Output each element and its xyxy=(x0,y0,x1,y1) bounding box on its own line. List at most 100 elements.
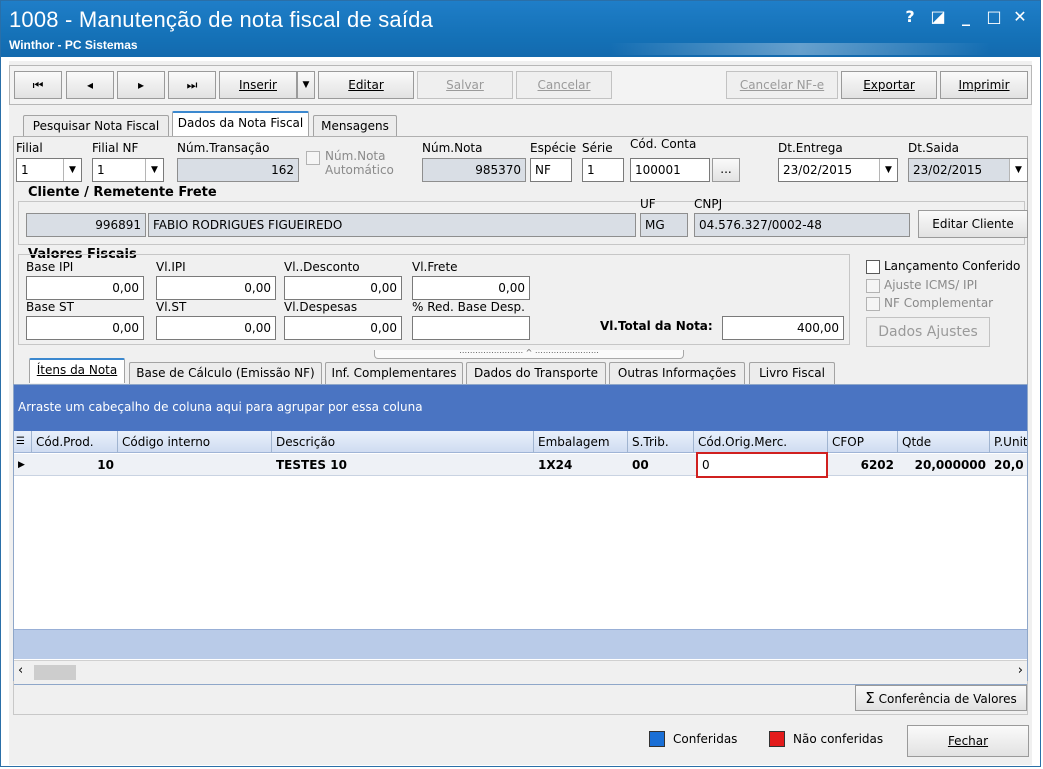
previous-record-button[interactable]: ◂ xyxy=(66,71,114,99)
cell-descricao[interactable]: TESTES 10 xyxy=(272,454,534,476)
help-icon[interactable]: ? xyxy=(899,7,921,26)
col-codigo-interno[interactable]: Código interno xyxy=(118,431,272,453)
vl-frete-field[interactable]: 0,00 xyxy=(412,276,530,300)
red-base-label: % Red. Base Desp. xyxy=(412,300,525,314)
conferencia-valores-button[interactable]: Σ Conferência de Valores xyxy=(855,685,1027,711)
tab-dados-transporte[interactable]: Dados do Transporte xyxy=(466,362,606,384)
edit-client-button[interactable]: Editar Cliente xyxy=(918,210,1028,238)
base-ipi-field[interactable]: 0,00 xyxy=(26,276,144,300)
base-st-field[interactable]: 0,00 xyxy=(26,316,144,340)
num-transacao-field[interactable]: 162 xyxy=(177,158,299,182)
dt-entrega-label: Dt.Entrega xyxy=(778,141,843,155)
ajuste-checkbox[interactable] xyxy=(866,279,880,293)
dt-saida-field[interactable]: 23/02/2015 ▼ xyxy=(908,158,1028,182)
uf-field[interactable]: MG xyxy=(640,213,688,237)
total-field[interactable]: 400,00 xyxy=(722,316,844,340)
especie-field[interactable]: NF xyxy=(530,158,572,182)
tab-search-invoice[interactable]: Pesquisar Nota Fiscal xyxy=(23,115,169,137)
print-button[interactable]: Imprimir xyxy=(940,71,1028,99)
dados-ajustes-button[interactable]: Dados Ajustes xyxy=(866,317,990,347)
vl-desconto-field[interactable]: 0,00 xyxy=(284,276,402,300)
chevron-down-icon[interactable]: ▼ xyxy=(879,159,897,181)
col-s-trib[interactable]: S.Trib. xyxy=(628,431,694,453)
cell-embalagem[interactable]: 1X24 xyxy=(534,454,628,476)
cod-conta-lookup-button[interactable]: ... xyxy=(712,158,740,182)
insert-button[interactable]: Inserir xyxy=(219,71,297,99)
serie-label: Série xyxy=(582,141,613,155)
chevron-down-icon[interactable]: ▼ xyxy=(145,159,163,181)
dt-saida-label: Dt.Saida xyxy=(908,141,960,155)
cell-qtde[interactable]: 20,000000 xyxy=(898,454,990,476)
dt-entrega-field[interactable]: 23/02/2015 ▼ xyxy=(778,158,898,182)
column-chooser-icon[interactable]: ☰ xyxy=(14,431,32,453)
cell-cod-orig-merc-editor[interactable]: 0 xyxy=(696,452,828,478)
tab-messages[interactable]: Mensagens xyxy=(313,115,397,137)
maximize-icon[interactable]: □ xyxy=(983,7,1005,26)
col-p-unitario[interactable]: P.Unitá xyxy=(990,431,1027,453)
col-cfop[interactable]: CFOP xyxy=(828,431,898,453)
nf-comp-checkbox[interactable] xyxy=(866,297,880,311)
client-group-title: Cliente / Remetente Frete xyxy=(28,185,217,200)
last-record-button[interactable]: ⏭ xyxy=(168,71,216,99)
grid-header: ☰ Cód.Prod. Código interno Descrição Emb… xyxy=(14,431,1027,453)
lancamento-checkbox[interactable] xyxy=(866,260,880,274)
cod-conta-field[interactable]: 100001 xyxy=(630,158,710,182)
scroll-left-icon[interactable]: ‹ xyxy=(18,663,23,678)
vl-ipi-field[interactable]: 0,00 xyxy=(156,276,276,300)
num-auto-checkbox[interactable] xyxy=(306,151,320,165)
client-name-field[interactable]: FABIO RODRIGUES FIGUEIREDO xyxy=(148,213,636,237)
chevron-down-icon[interactable]: ▼ xyxy=(1009,159,1027,181)
tab-itens-nota[interactable]: Ítens da Nota xyxy=(29,358,125,383)
insert-dropdown-icon[interactable]: ▼ xyxy=(297,71,315,99)
table-row[interactable]: ▶ 10 TESTES 10 1X24 00 0 6202 20,000000 … xyxy=(14,452,1027,478)
close-icon[interactable]: ✕ xyxy=(1009,7,1031,26)
export-button[interactable]: Exportar xyxy=(841,71,937,99)
tab-inf-complementares[interactable]: Inf. Complementares xyxy=(325,362,463,384)
save-button[interactable]: Salvar xyxy=(417,71,513,99)
num-nota-field[interactable]: 985370 xyxy=(422,158,526,182)
row-indicator-icon: ▶ xyxy=(18,460,25,470)
cancel-nfe-button[interactable]: Cancelar NF-e xyxy=(726,71,838,99)
vl-despesas-field[interactable]: 0,00 xyxy=(284,316,402,340)
first-record-button[interactable]: ⏮ xyxy=(14,71,62,99)
cell-cod-prod[interactable]: 10 xyxy=(32,454,118,476)
cell-codigo-interno[interactable] xyxy=(118,454,272,476)
chevron-down-icon[interactable]: ▼ xyxy=(63,159,81,181)
col-cod-orig-merc[interactable]: Cód.Orig.Merc. xyxy=(694,431,828,453)
tab-base-calculo[interactable]: Base de Cálculo (Emissão NF) xyxy=(129,362,322,384)
cell-s-trib[interactable]: 00 xyxy=(628,454,694,476)
client-code-field[interactable]: 996891 xyxy=(26,213,146,237)
filial-select[interactable]: 1 ▼ xyxy=(16,158,82,182)
cnpj-field[interactable]: 04.576.327/0002-48 xyxy=(694,213,910,237)
edit-button[interactable]: Editar xyxy=(318,71,414,99)
col-cod-prod[interactable]: Cód.Prod. xyxy=(32,431,118,453)
minimize-icon[interactable]: _ xyxy=(955,7,977,26)
cnpj-label: CNPJ xyxy=(694,197,723,211)
col-descricao[interactable]: Descrição xyxy=(272,431,534,453)
uf-label: UF xyxy=(640,197,656,211)
next-record-button[interactable]: ▸ xyxy=(117,71,165,99)
cell-cfop[interactable]: 6202 xyxy=(828,454,898,476)
scroll-thumb[interactable] xyxy=(34,665,76,680)
tab-livro-fiscal[interactable]: Livro Fiscal xyxy=(749,362,835,384)
scroll-right-icon[interactable]: › xyxy=(1018,663,1023,678)
close-button[interactable]: Fechar xyxy=(907,725,1029,757)
items-grid: Arraste um cabeçalho de coluna aqui para… xyxy=(13,384,1028,685)
col-embalagem[interactable]: Embalagem xyxy=(534,431,628,453)
splitter-handle[interactable]: ⋯⋯⋯⋯⋯⋯⋯⋯ ^ ⋯⋯⋯⋯⋯⋯⋯⋯ xyxy=(374,349,684,359)
vl-st-field[interactable]: 0,00 xyxy=(156,316,276,340)
title-bar[interactable]: 1008 - Manutenção de nota fiscal de saíd… xyxy=(1,1,1040,57)
tab-invoice-data[interactable]: Dados da Nota Fiscal xyxy=(172,111,309,136)
red-base-field[interactable] xyxy=(412,316,530,340)
serie-field[interactable]: 1 xyxy=(582,158,624,182)
cancel-button[interactable]: Cancelar xyxy=(516,71,612,99)
ajuste-label: Ajuste ICMS/ IPI xyxy=(884,278,978,292)
restore-icon[interactable]: ◪ xyxy=(927,7,949,26)
conferencia-label: Conferência de Valores xyxy=(878,692,1017,706)
col-qtde[interactable]: Qtde xyxy=(898,431,990,453)
cell-p-unitario[interactable]: 20,0 xyxy=(990,454,1027,476)
tab-outras-informacoes[interactable]: Outras Informações xyxy=(609,362,745,384)
dt-entrega-value: 23/02/2015 xyxy=(783,163,853,177)
group-by-hint[interactable]: Arraste um cabeçalho de coluna aqui para… xyxy=(14,385,1027,431)
filial-nf-select[interactable]: 1 ▼ xyxy=(92,158,164,182)
